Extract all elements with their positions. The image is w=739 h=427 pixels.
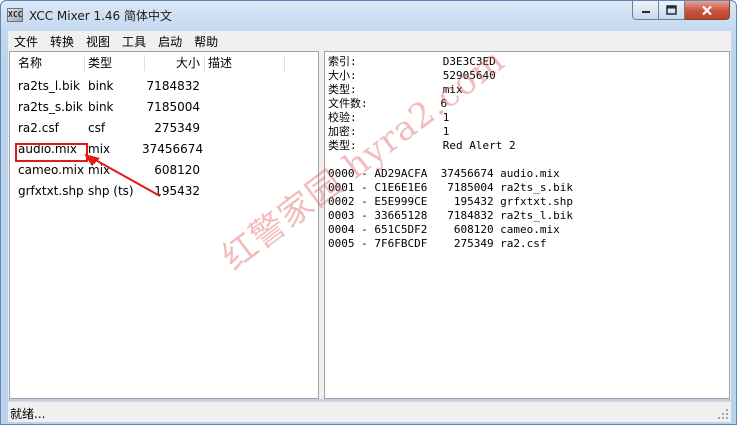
annotation-arrow-icon [84,154,161,197]
info-line: 0001 - C1E6E1E6 7185004 ra2ts_s.bik [328,181,574,194]
close-button[interactable] [685,1,730,20]
resize-grip-icon[interactable] [717,408,729,420]
info-line: 0005 - 7F6FBCDF 275349 ra2.csf [328,237,547,250]
file-name: cameo.mix [18,163,85,177]
column-header-size[interactable]: 大小 [144,52,204,74]
list-header: 名称 类型 大小 描述 [10,52,318,74]
file-type: csf [88,121,106,135]
close-icon [702,5,712,15]
info-line: 类型: mix [328,83,463,96]
menu-file[interactable]: 文件 [8,33,44,50]
menu-tools[interactable]: 工具 [116,33,152,50]
status-bar: 就绪... [8,401,731,422]
client-area: 名称 类型 大小 描述 ra2ts_l.bik bink 7184832 ra2… [8,51,731,399]
title-bar[interactable]: XCC XCC Mixer 1.46 简体中文 [1,1,736,29]
column-divider[interactable] [284,55,285,71]
list-row[interactable]: ra2ts_l.bik bink 7184832 [10,76,318,97]
file-type: bink [88,79,114,93]
file-size: 275349 [154,121,200,135]
xcc-app-icon: XCC [7,8,23,22]
maximize-icon [666,5,677,15]
info-line: 文件数: 6 [328,97,448,110]
info-line: 0002 - E5E999CE 195432 grfxtxt.shp [328,195,574,208]
info-line: 大小: 52905640 [328,69,496,82]
maximize-button[interactable] [659,1,685,20]
menu-convert[interactable]: 转换 [44,33,80,50]
menu-view[interactable]: 视图 [80,33,116,50]
window-title: XCC Mixer 1.46 简体中文 [29,9,173,23]
file-name: ra2ts_s.bik [18,100,83,114]
minimize-icon [641,11,650,13]
info-line: 校验: 1 [328,111,450,124]
file-name: grfxtxt.shp [18,184,84,198]
column-header-name[interactable]: 名称 [14,52,84,74]
info-pane[interactable]: 索引: D3E3C3ED 大小: 52905640 类型: mix 文件数: 6… [324,51,730,399]
app-window: XCC XCC Mixer 1.46 简体中文 文件 转换 视图 工具 启动 帮… [0,0,737,425]
file-name: ra2ts_l.bik [18,79,80,93]
file-name: ra2.csf [18,121,59,135]
status-text: 就绪... [10,407,46,421]
file-list[interactable]: 名称 类型 大小 描述 ra2ts_l.bik bink 7184832 ra2… [9,51,319,399]
info-line: 0004 - 651C5DF2 608120 cameo.mix [328,223,560,236]
info-line: 类型: Red Alert 2 [328,139,516,152]
file-size: 7185004 [146,100,200,114]
annotation-highlight-box [15,143,88,162]
file-type: bink [88,100,114,114]
info-line: 索引: D3E3C3ED [328,55,496,68]
minimize-button[interactable] [632,1,659,20]
list-row[interactable]: ra2ts_s.bik bink 7185004 [10,97,318,118]
info-line: 0003 - 33665128 7184832 ra2ts_l.bik [328,209,574,222]
column-header-type[interactable]: 类型 [84,52,144,74]
caption-buttons [632,1,730,21]
column-header-description[interactable]: 描述 [204,52,284,74]
menu-launch[interactable]: 启动 [152,33,188,50]
info-line: 0000 - AD29ACFA 37456674 audio.mix [328,167,560,180]
info-line: 加密: 1 [328,125,450,138]
menu-help[interactable]: 帮助 [188,33,224,50]
menu-bar: 文件 转换 视图 工具 启动 帮助 [8,31,731,51]
list-row[interactable]: ra2.csf csf 275349 [10,118,318,139]
info-line [328,153,729,167]
file-size: 7184832 [146,79,200,93]
